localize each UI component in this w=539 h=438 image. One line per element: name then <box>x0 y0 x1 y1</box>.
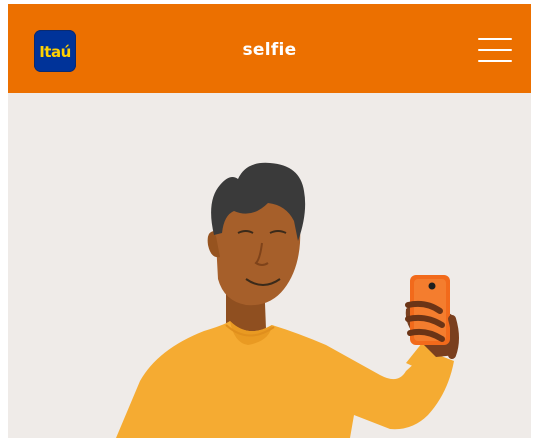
page-title: selfie <box>242 40 297 60</box>
person-taking-selfie-illustration <box>116 162 459 438</box>
app-header: Itaú selfie <box>8 4 531 93</box>
thumb <box>448 315 459 359</box>
shirt <box>116 321 454 438</box>
phone-camera <box>428 282 436 290</box>
selfie-illustration <box>8 93 531 438</box>
menu-button[interactable] <box>478 36 514 64</box>
app-screen: Itaú selfie <box>8 4 531 438</box>
